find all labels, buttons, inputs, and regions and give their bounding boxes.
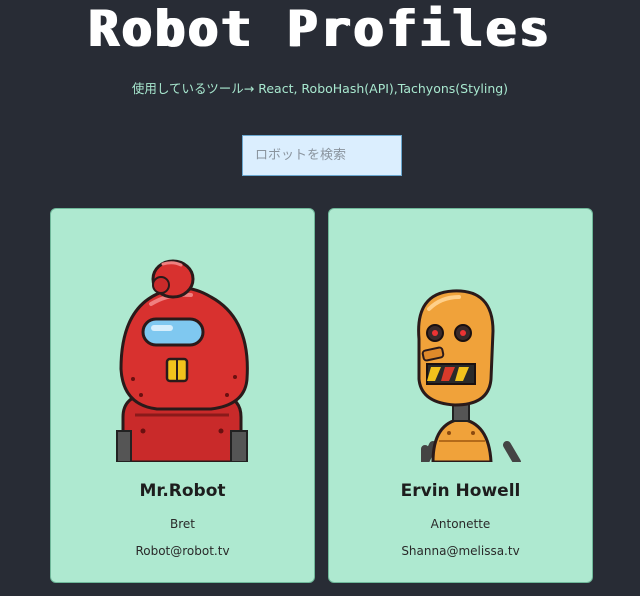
search-input[interactable] <box>242 135 402 176</box>
robot-name: Ervin Howell <box>400 481 521 501</box>
robot-name: Mr.Robot <box>139 481 226 501</box>
robot-username: Antonette <box>430 517 491 531</box>
robot-card[interactable]: Ervin Howell Antonette Shanna@melissa.tv <box>328 208 593 583</box>
robot-email: Shanna@melissa.tv <box>401 544 520 558</box>
page-title: Robot Profiles <box>88 0 552 58</box>
robot-card[interactable]: Mr.Robot Bret Robot@robot.tv <box>50 208 315 583</box>
robot-username: Bret <box>170 517 195 531</box>
tools-subtitle: 使用しているツール→ React, RoboHash(API),Tachyons… <box>131 81 509 96</box>
robot-avatar-orange <box>417 289 521 462</box>
robot-email: Robot@robot.tv <box>135 544 230 558</box>
robot-avatar-red <box>116 259 249 462</box>
